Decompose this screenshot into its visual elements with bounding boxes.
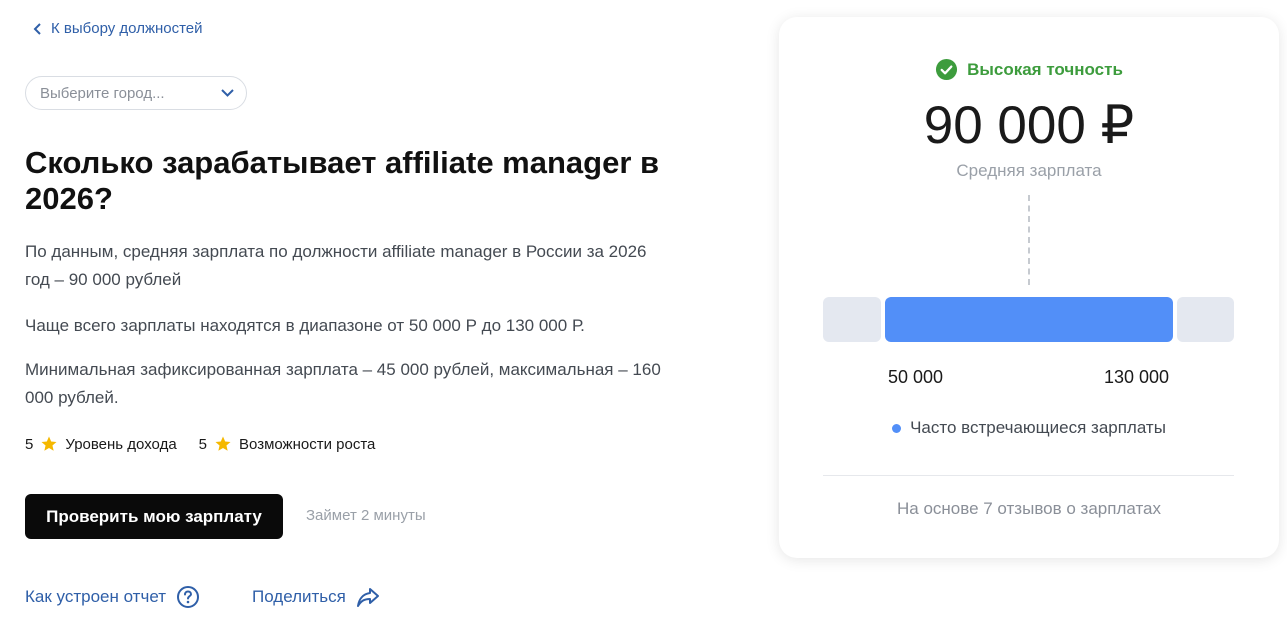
- chevron-left-icon: [33, 22, 41, 35]
- average-marker-line: [1028, 195, 1030, 285]
- ratings: 5 Уровень дохода 5 Возможности роста: [25, 435, 375, 453]
- star-icon: [215, 436, 231, 451]
- reviews-count: На основе 7 отзывов о зарплатах: [896, 499, 1161, 518]
- share-link[interactable]: Поделиться: [252, 585, 380, 609]
- salary-bar-low: [823, 297, 881, 342]
- back-to-positions-link[interactable]: К выбору должностей: [33, 20, 203, 37]
- back-link-label: К выбору должностей: [51, 20, 203, 37]
- divider: [823, 475, 1234, 476]
- rating-label: Возможности роста: [239, 435, 376, 453]
- question-circle-icon: [177, 586, 199, 608]
- page-title: Сколько зарабатывает affiliate manager в…: [25, 145, 660, 216]
- legend: Часто встречающиеся зарплаты: [779, 418, 1279, 438]
- legend-label: Часто встречающиеся зарплаты: [910, 418, 1166, 437]
- average-salary-value: 90 000 ₽: [923, 96, 1135, 155]
- how-report-works-link[interactable]: Как устроен отчет: [25, 585, 200, 609]
- share-link-label: Поделиться: [252, 587, 346, 606]
- accuracy-label: Высокая точность: [967, 59, 1123, 79]
- rating-score: 5: [25, 435, 34, 453]
- salary-bar-high: [1177, 297, 1234, 342]
- salary-card: Высокая точность 90 000 ₽ Средняя зарпла…: [779, 17, 1279, 558]
- accuracy-badge: Высокая точность: [779, 58, 1279, 81]
- chevron-down-icon: [221, 89, 234, 97]
- range-min-label: 50 000: [888, 367, 944, 387]
- city-select-placeholder: Выберите город...: [40, 84, 165, 102]
- legend-dot: [892, 423, 902, 433]
- average-salary-paragraph: По данным, средняя зарплата по должности…: [25, 242, 647, 289]
- rating-income: 5 Уровень дохода: [25, 435, 177, 453]
- salary-bar-common: [885, 297, 1173, 342]
- rating-score: 5: [198, 435, 208, 453]
- city-select[interactable]: Выберите город...: [25, 76, 247, 110]
- range-paragraph: Чаще всего зарплаты находятся в диапазон…: [25, 316, 585, 335]
- range-max-label: 130 000: [1104, 367, 1170, 387]
- min-max-paragraph: Минимальная зафиксированная зарплата – 4…: [25, 360, 661, 407]
- how-link-label: Как устроен отчет: [25, 587, 166, 606]
- check-salary-button[interactable]: Проверить мою зарплату: [25, 494, 283, 539]
- share-arrow-icon: [356, 588, 379, 607]
- duration-hint: Займет 2 минуты: [306, 507, 426, 524]
- check-circle-icon: [936, 58, 958, 81]
- star-icon: [41, 436, 57, 451]
- average-salary-caption: Средняя зарплата: [956, 161, 1102, 180]
- rating-label: Уровень дохода: [65, 435, 177, 453]
- rating-growth: 5 Возможности роста: [199, 435, 376, 453]
